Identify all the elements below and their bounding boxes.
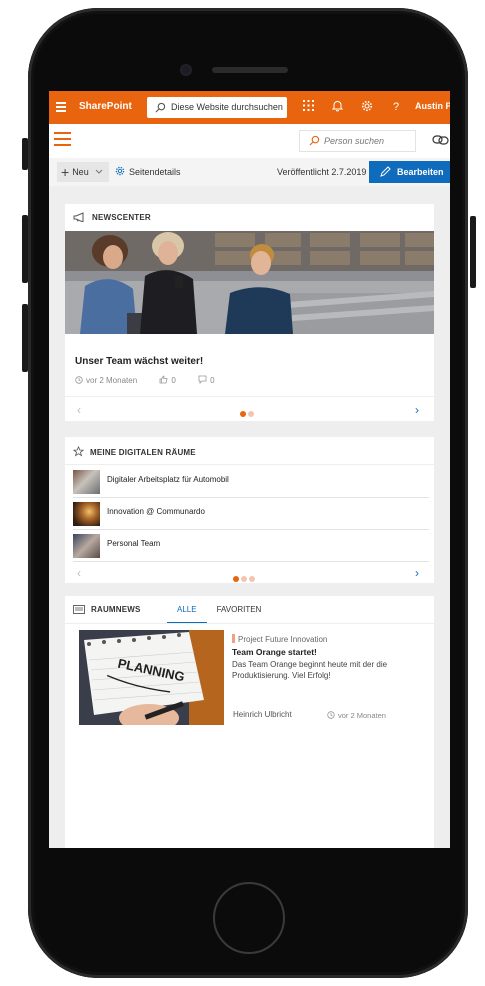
carousel-dot-active[interactable]	[240, 411, 246, 417]
likes-count-text: 0	[171, 376, 176, 385]
brand-name[interactable]: SharePoint	[79, 101, 132, 112]
megaphone-icon	[73, 212, 84, 223]
comment-icon	[198, 375, 207, 384]
star-icon	[72, 445, 85, 457]
clock-icon	[75, 376, 83, 384]
room-thumbnail	[73, 470, 100, 494]
chevron-right-icon[interactable]: ›	[415, 403, 419, 417]
tab-favoriten[interactable]: FAVORITEN	[207, 602, 272, 622]
page-details-label: Seitendetails	[129, 167, 181, 177]
volume-up-button	[22, 215, 28, 283]
comments-count-text: 0	[210, 376, 215, 385]
site-search-input[interactable]: Diese Website durchsuchen	[147, 97, 287, 118]
new-button[interactable]: + Neu	[57, 162, 109, 182]
news-time-text: vor 2 Monaten	[86, 376, 138, 385]
volume-down-button	[22, 304, 28, 372]
front-camera	[180, 64, 192, 76]
digital-rooms-heading: MEINE DIGITALEN RÄUME	[72, 445, 196, 457]
room-thumbnail	[73, 502, 100, 526]
site-header: Person suchen	[49, 124, 450, 159]
chevron-left-icon[interactable]: ‹	[77, 566, 81, 580]
room-news-article-text: Das Team Orange beginnt heute mit der di…	[232, 660, 388, 680]
room-item[interactable]: Personal Team	[73, 531, 429, 562]
user-name[interactable]: Austin Powers	[415, 101, 450, 111]
comments-count[interactable]: 0	[198, 375, 224, 385]
new-label: Neu	[72, 167, 89, 177]
room-item[interactable]: Innovation @ Communardo	[73, 499, 429, 530]
person-search-placeholder: Person suchen	[324, 136, 385, 146]
mute-switch	[22, 138, 28, 170]
room-news-image[interactable]: PLANNING	[79, 630, 224, 725]
room-item[interactable]: Digitaler Arbeitsplatz für Automobil	[73, 467, 429, 498]
carousel-dot[interactable]	[249, 576, 255, 582]
room-news-category-text: Project Future Innovation	[238, 635, 328, 644]
divider	[65, 464, 434, 465]
room-news-heading: RAUMNEWS	[73, 605, 141, 614]
room-item-label: Innovation @ Communardo	[107, 507, 205, 516]
room-thumbnail	[73, 534, 100, 558]
help-icon[interactable]: ?	[389, 100, 403, 114]
sharepoint-topbar: SharePoint Diese Website durchsuchen ? A…	[49, 91, 450, 124]
home-button[interactable]	[213, 882, 285, 954]
room-news-time-text: vor 2 Monaten	[338, 711, 386, 720]
menu-icon[interactable]	[54, 132, 71, 150]
carousel-dot[interactable]	[248, 411, 254, 417]
category-marker	[232, 634, 235, 643]
search-icon	[309, 135, 320, 146]
newscenter-card: NEWSCENTER Unser Team wächst weiter! vor…	[65, 204, 434, 421]
digital-rooms-card: MEINE DIGITALEN RÄUME Digitaler Arbeitsp…	[65, 437, 434, 583]
grid-icon[interactable]	[301, 100, 315, 114]
earpiece-speaker	[212, 67, 288, 73]
published-date: Veröffentlicht 2.7.2019	[277, 167, 367, 177]
chevron-left-icon[interactable]: ‹	[77, 403, 81, 417]
room-news-time: vor 2 Monaten	[327, 711, 386, 720]
clock-icon	[327, 711, 335, 719]
carousel-dots	[240, 404, 256, 422]
likes-count[interactable]: 0	[159, 375, 185, 385]
edit-button[interactable]: Bearbeiten	[369, 161, 450, 183]
newscenter-heading: NEWSCENTER	[73, 212, 151, 223]
carousel-dot-active[interactable]	[233, 576, 239, 582]
carousel-dots	[233, 569, 257, 587]
news-time: vor 2 Monaten	[75, 376, 147, 385]
page-details-button[interactable]: Seitendetails	[115, 162, 181, 182]
chevron-down-icon	[95, 169, 103, 174]
search-icon	[155, 102, 166, 113]
phone-screen: SharePoint Diese Website durchsuchen ? A…	[49, 91, 450, 848]
room-news-author[interactable]: Heinrich Ulbricht	[233, 710, 292, 719]
room-item-label: Digitaler Arbeitsplatz für Automobil	[107, 475, 229, 484]
plus-icon: +	[61, 164, 70, 180]
chevron-right-icon[interactable]: ›	[415, 566, 419, 580]
site-search-placeholder: Diese Website durchsuchen	[171, 102, 283, 112]
room-news-card: RAUMNEWS ALLE FAVORITEN PLANNING Project …	[65, 596, 434, 848]
divider	[65, 396, 434, 397]
gear-icon	[115, 166, 125, 176]
room-news-title: RAUMNEWS	[91, 605, 141, 614]
digital-rooms-title: MEINE DIGITALEN RÄUME	[90, 448, 196, 457]
edit-label: Bearbeiten	[397, 167, 444, 177]
news-icon	[73, 605, 85, 614]
carousel-dot[interactable]	[241, 576, 247, 582]
person-search-input[interactable]: Person suchen	[299, 130, 416, 152]
app-launcher-icon[interactable]	[56, 102, 66, 112]
news-meta: vor 2 Monaten 0 0	[75, 375, 235, 385]
room-news-article-title[interactable]: Team Orange startet!	[232, 647, 317, 657]
room-item-label: Personal Team	[107, 539, 161, 548]
link-icon[interactable]	[432, 134, 450, 146]
bell-icon[interactable]	[330, 100, 344, 114]
divider	[65, 623, 434, 624]
pencil-icon	[380, 166, 391, 177]
gear-icon[interactable]	[360, 100, 374, 114]
newscenter-title: NEWSCENTER	[92, 213, 151, 222]
thumbs-up-icon	[159, 375, 168, 384]
power-button	[470, 216, 476, 288]
news-hero-image[interactable]	[65, 231, 434, 334]
room-news-tabs: ALLE FAVORITEN	[167, 602, 271, 624]
room-news-category[interactable]: Project Future Innovation	[232, 634, 327, 644]
news-article-title[interactable]: Unser Team wächst weiter!	[75, 356, 203, 367]
tab-alle[interactable]: ALLE	[167, 602, 207, 624]
